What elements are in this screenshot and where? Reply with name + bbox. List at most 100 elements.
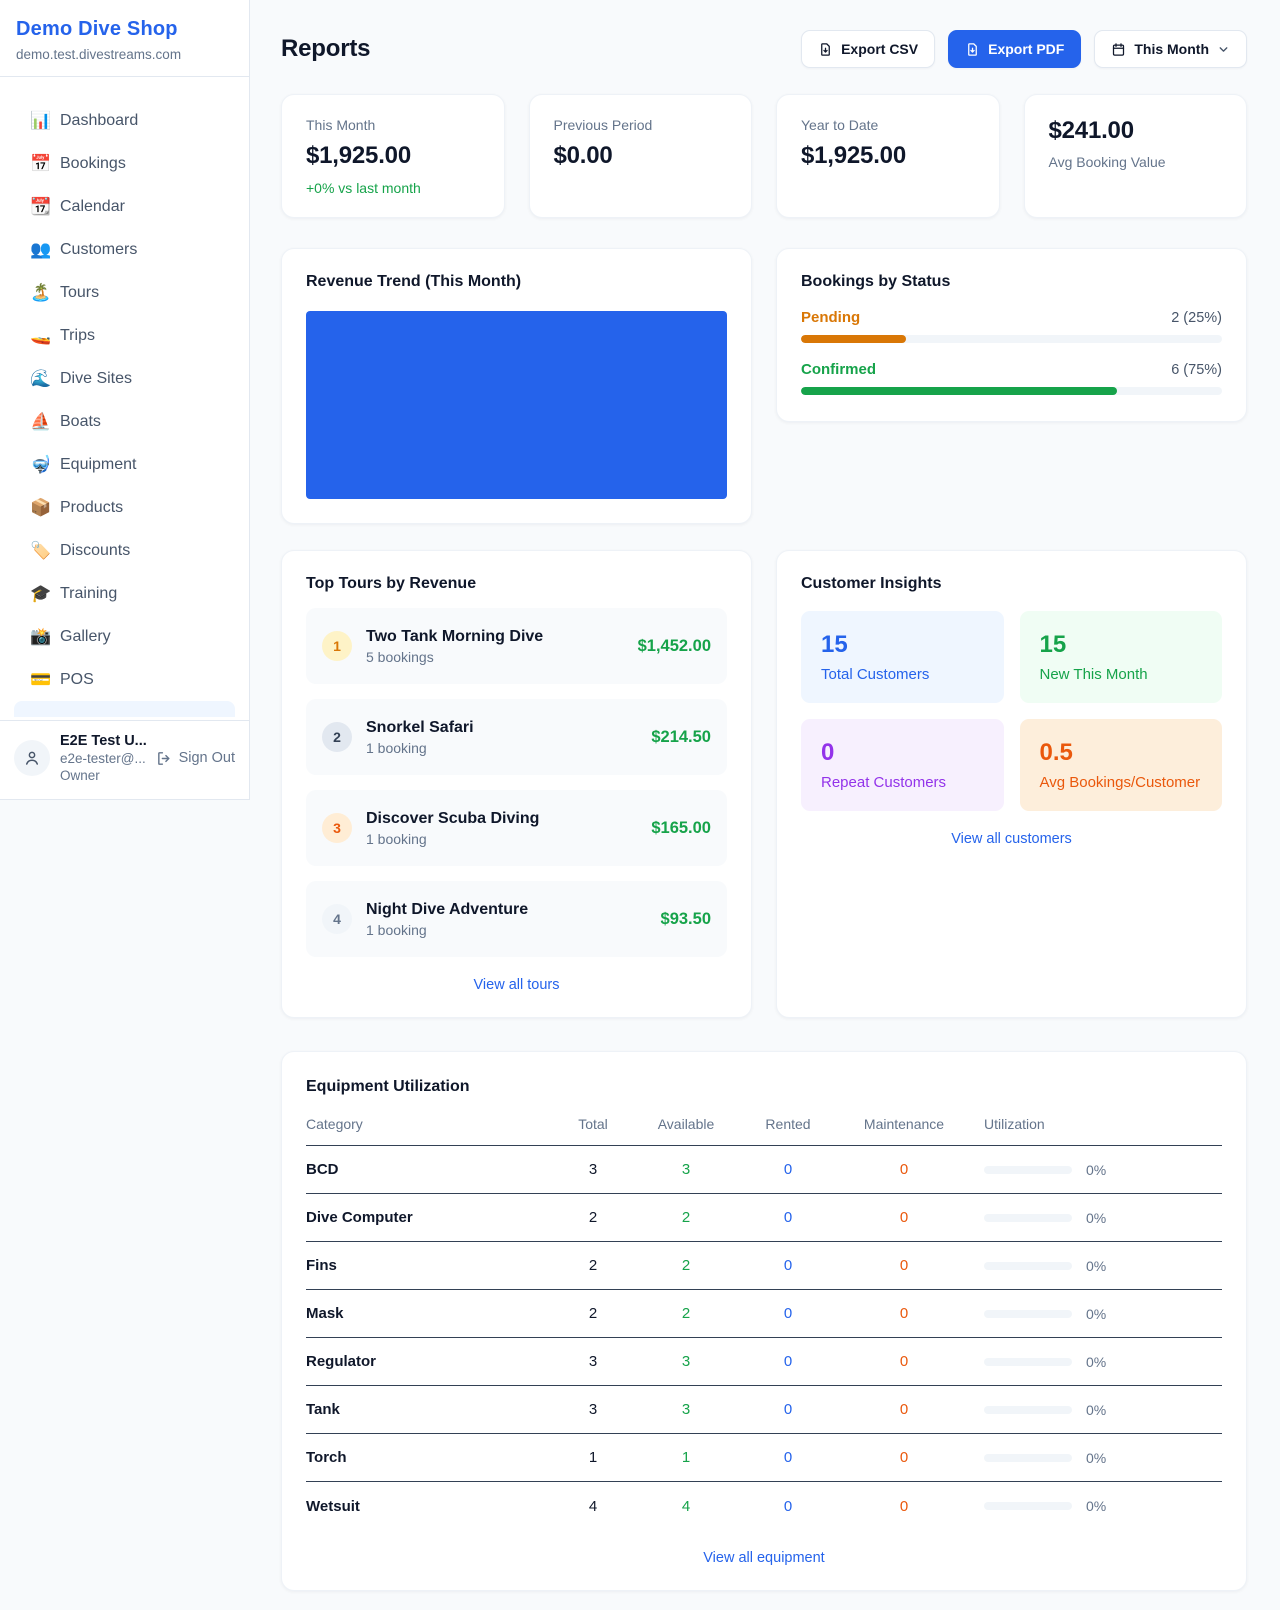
tour-bookings: 1 booking bbox=[366, 740, 637, 756]
dashboard-icon: 📊 bbox=[30, 112, 60, 129]
progress-fill bbox=[801, 335, 906, 343]
sidebar-item-calendar[interactable]: 📆 Calendar bbox=[0, 185, 249, 228]
view-all-equipment-link[interactable]: View all equipment bbox=[306, 1550, 1222, 1566]
sidebar-item-trips[interactable]: 🚤 Trips bbox=[0, 314, 249, 357]
column-header-rented: Rented bbox=[740, 1116, 836, 1132]
sidebar-item-label: Equipment bbox=[60, 456, 137, 474]
view-all-tours-link[interactable]: View all tours bbox=[306, 977, 727, 993]
utilization-bar bbox=[984, 1454, 1072, 1462]
user-footer: E2E Test U... e2e-tester@... Owner Sign … bbox=[0, 720, 249, 799]
utilization-pct: 0% bbox=[1086, 1258, 1106, 1274]
sidebar-item-label: Training bbox=[60, 585, 117, 603]
tours-icon: 🏝️ bbox=[30, 284, 60, 301]
sidebar-item-active-partial[interactable] bbox=[14, 701, 235, 717]
equipment-available: 3 bbox=[632, 1161, 740, 1178]
products-icon: 📦 bbox=[30, 499, 60, 516]
sidebar-item-label: Calendar bbox=[60, 198, 125, 216]
table-row: Wetsuit 4 4 0 0 0% bbox=[306, 1482, 1222, 1530]
column-header-category: Category bbox=[306, 1116, 554, 1132]
sidebar-item-dashboard[interactable]: 📊 Dashboard bbox=[0, 99, 249, 142]
utilization-bar bbox=[984, 1166, 1072, 1174]
insight-tile-total-customers: 15 Total Customers bbox=[801, 611, 1004, 703]
sidebar-item-training[interactable]: 🎓 Training bbox=[0, 572, 249, 615]
export-pdf-label: Export PDF bbox=[988, 41, 1064, 57]
insight-tile-new-this-month: 15 New This Month bbox=[1020, 611, 1223, 703]
sidebar-item-pos[interactable]: 💳 POS bbox=[0, 658, 249, 701]
header-actions: Export CSV Export PDF This Month bbox=[801, 30, 1247, 68]
sign-out-button[interactable]: Sign Out bbox=[156, 750, 235, 767]
sidebar-item-label: Tours bbox=[60, 284, 99, 302]
column-header-total: Total bbox=[554, 1116, 632, 1132]
equipment-maintenance: 0 bbox=[836, 1401, 972, 1418]
stat-card-avg-booking-value: $241.00 Avg Booking Value bbox=[1024, 94, 1248, 218]
table-row: Tank 3 3 0 0 0% bbox=[306, 1386, 1222, 1434]
top-tours-title: Top Tours by Revenue bbox=[306, 575, 727, 593]
sidebar-item-boats[interactable]: ⛵ Boats bbox=[0, 400, 249, 443]
equipment-total: 2 bbox=[554, 1305, 632, 1322]
equipment-available: 2 bbox=[632, 1209, 740, 1226]
sidebar-item-customers[interactable]: 👥 Customers bbox=[0, 228, 249, 271]
view-all-customers-link[interactable]: View all customers bbox=[801, 831, 1222, 847]
utilization-pct: 0% bbox=[1086, 1306, 1106, 1322]
sidebar-item-label: Bookings bbox=[60, 155, 126, 173]
tour-amount: $1,452.00 bbox=[638, 637, 711, 656]
equipment-maintenance: 0 bbox=[836, 1449, 972, 1466]
equipment-total: 1 bbox=[554, 1449, 632, 1466]
equipment-rented: 0 bbox=[740, 1498, 836, 1515]
file-download-icon bbox=[965, 42, 980, 57]
page-title: Reports bbox=[281, 35, 370, 63]
sidebar-item-equipment[interactable]: 🤿 Equipment bbox=[0, 443, 249, 486]
progress-track bbox=[801, 335, 1222, 343]
user-name: E2E Test U... bbox=[60, 733, 146, 749]
stat-delta: +0% vs last month bbox=[306, 180, 480, 196]
equipment-maintenance: 0 bbox=[836, 1353, 972, 1370]
sidebar-item-dive-sites[interactable]: 🌊 Dive Sites bbox=[0, 357, 249, 400]
export-pdf-button[interactable]: Export PDF bbox=[948, 30, 1081, 68]
equipment-rented: 0 bbox=[740, 1161, 836, 1178]
status-row-confirmed: Confirmed 6 (75%) bbox=[801, 361, 1222, 395]
status-row-pending: Pending 2 (25%) bbox=[801, 309, 1222, 343]
tour-row: 2 Snorkel Safari 1 booking $214.50 bbox=[306, 699, 727, 775]
sidebar-item-tours[interactable]: 🏝️ Tours bbox=[0, 271, 249, 314]
customer-insights-card: Customer Insights 15 Total Customers 15 … bbox=[776, 550, 1247, 1018]
sidebar-item-bookings[interactable]: 📅 Bookings bbox=[0, 142, 249, 185]
tour-bookings: 1 booking bbox=[366, 831, 637, 847]
column-header-maintenance: Maintenance bbox=[836, 1116, 972, 1132]
period-dropdown[interactable]: This Month bbox=[1094, 30, 1247, 68]
equipment-utilization-card: Equipment Utilization Category Total Ava… bbox=[281, 1051, 1247, 1591]
utilization-bar bbox=[984, 1358, 1072, 1366]
table-row: BCD 3 3 0 0 0% bbox=[306, 1146, 1222, 1194]
sidebar: Demo Dive Shop demo.test.divestreams.com… bbox=[0, 0, 250, 800]
gallery-icon: 📸 bbox=[30, 628, 60, 645]
equipment-category: BCD bbox=[306, 1161, 554, 1178]
export-csv-button[interactable]: Export CSV bbox=[801, 30, 935, 68]
stat-card-previous-period: Previous Period $0.00 bbox=[529, 94, 753, 218]
equipment-category: Tank bbox=[306, 1401, 554, 1418]
bookings-by-status-title: Bookings by Status bbox=[801, 273, 1222, 291]
equipment-rented: 0 bbox=[740, 1257, 836, 1274]
insight-value: 15 bbox=[821, 631, 984, 659]
bookings-by-status-card: Bookings by Status Pending 2 (25%) Confi… bbox=[776, 248, 1247, 422]
user-email: e2e-tester@... bbox=[60, 751, 146, 766]
bookings-icon: 📅 bbox=[30, 155, 60, 172]
equipment-category: Dive Computer bbox=[306, 1209, 554, 1226]
utilization-bar bbox=[984, 1502, 1072, 1510]
stat-label: Year to Date bbox=[801, 117, 975, 133]
shop-name: Demo Dive Shop bbox=[16, 18, 233, 41]
sidebar-item-discounts[interactable]: 🏷️ Discounts bbox=[0, 529, 249, 572]
stat-value: $1,925.00 bbox=[801, 142, 975, 170]
export-csv-label: Export CSV bbox=[841, 41, 918, 57]
sidebar-item-gallery[interactable]: 📸 Gallery bbox=[0, 615, 249, 658]
utilization-bar bbox=[984, 1262, 1072, 1270]
insight-label: Avg Bookings/Customer bbox=[1040, 774, 1203, 791]
sidebar-item-products[interactable]: 📦 Products bbox=[0, 486, 249, 529]
stats-row: This Month $1,925.00 +0% vs last month P… bbox=[281, 94, 1247, 218]
tour-row: 4 Night Dive Adventure 1 booking $93.50 bbox=[306, 881, 727, 957]
user-meta: E2E Test U... e2e-tester@... Owner bbox=[60, 733, 146, 783]
tour-name: Snorkel Safari bbox=[366, 719, 637, 737]
tour-bookings: 5 bookings bbox=[366, 649, 624, 665]
calendar-icon: 📆 bbox=[30, 198, 60, 215]
utilization-pct: 0% bbox=[1086, 1210, 1106, 1226]
stat-label: Avg Booking Value bbox=[1049, 154, 1223, 170]
utilization-bar bbox=[984, 1310, 1072, 1318]
